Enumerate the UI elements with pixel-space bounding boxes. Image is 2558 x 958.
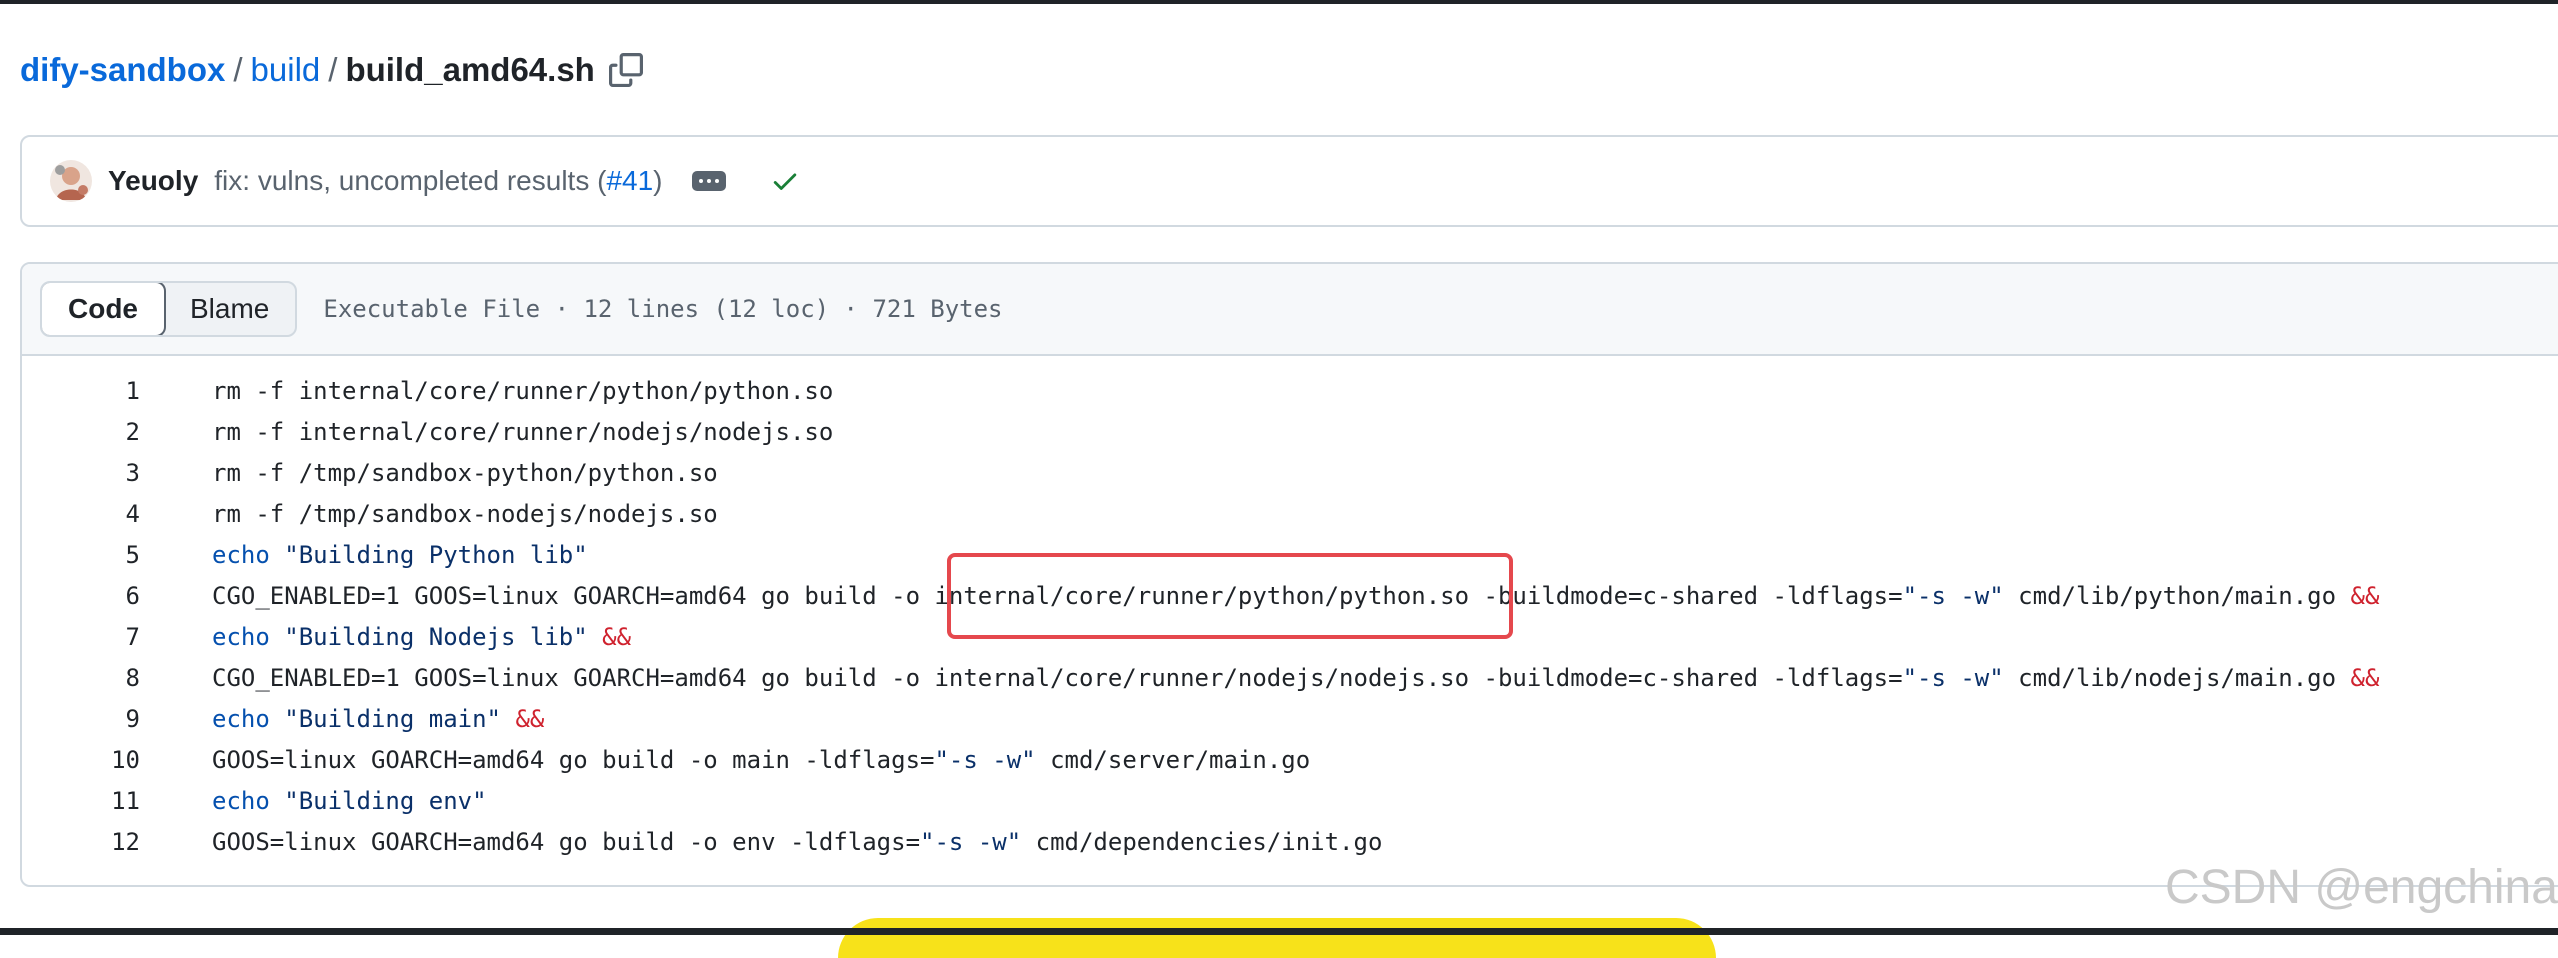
code-token: "-s -w" (920, 827, 1022, 856)
code-token: cmd/lib/python/main.go (2003, 581, 2351, 610)
code-token: "-s -w" (1902, 581, 2004, 610)
line-number[interactable]: 11 (22, 787, 140, 815)
code-token: && (602, 622, 632, 651)
code-token: echo (212, 704, 270, 733)
file-meta-info: Executable File · 12 lines (12 loc) · 72… (323, 295, 1003, 323)
code-token: && (2350, 663, 2380, 692)
code-token: cmd/dependencies/init.go (1021, 827, 1383, 856)
copy-path-icon[interactable] (608, 53, 643, 87)
code-token: rm -f /tmp/sandbox-nodejs/nodejs.so (212, 499, 718, 528)
code-text: echo "Building main" && (212, 705, 544, 733)
code-line: 12 GOOS=linux GOARCH=amd64 go build -o en… (22, 821, 2558, 862)
code-token: cmd/server/main.go (1035, 745, 1311, 774)
watermark: CSDN @engchina (2165, 861, 2558, 914)
line-number[interactable]: 6 (22, 582, 140, 610)
commit-message[interactable]: fix: vulns, uncompleted results (#41) (214, 165, 662, 197)
code-line: 8 CGO_ENABLED=1 GOOS=linux GOARCH=amd64 g… (22, 657, 2558, 698)
code-token: rm -f internal/core/runner/python/python… (212, 376, 834, 405)
code-text: rm -f /tmp/sandbox-nodejs/nodejs.so (212, 500, 718, 528)
commit-message-text: fix: vulns, uncompleted results ( (214, 165, 607, 196)
breadcrumb-separator: / (233, 51, 243, 88)
code-line: 11 echo "Building env" (22, 780, 2558, 821)
line-number[interactable]: 5 (22, 541, 140, 569)
line-number[interactable]: 2 (22, 418, 140, 446)
commit-message-end: ) (653, 165, 663, 196)
code-line: 3 rm -f /tmp/sandbox-python/python.so (22, 452, 2558, 493)
tab-code[interactable]: Code (42, 283, 166, 335)
highlight-annotation-box (947, 553, 1513, 639)
code-line: 9 echo "Building main" && (22, 698, 2558, 739)
line-number[interactable]: 7 (22, 623, 140, 651)
file-header: Code Blame Executable File · 12 lines (1… (22, 264, 2558, 356)
breadcrumb-file-name: build_amd64.sh (345, 51, 595, 88)
avatar[interactable] (50, 160, 92, 202)
code-text: rm -f internal/core/runner/python/python… (212, 377, 833, 405)
line-number[interactable]: 10 (22, 746, 140, 774)
code-token: "Building env" (284, 786, 487, 815)
code-token: rm -f internal/core/runner/nodejs/nodejs… (212, 417, 834, 446)
code-line: 4 rm -f /tmp/sandbox-nodejs/nodejs.so (22, 493, 2558, 534)
breadcrumb-folder-link[interactable]: build (251, 51, 321, 89)
code-text: echo "Building Python lib" (212, 541, 588, 569)
bottom-border (0, 928, 2558, 935)
code-text: echo "Building Nodejs lib" && (212, 623, 631, 651)
top-border (0, 0, 2558, 4)
code-token: echo (212, 540, 270, 569)
latest-commit-box: Yeuoly fix: vulns, uncompleted results (… (20, 135, 2558, 227)
tab-blame[interactable]: Blame (164, 283, 295, 335)
code-line: 2 rm -f internal/core/runner/nodejs/nodej… (22, 411, 2558, 452)
commit-pr-link[interactable]: #41 (606, 165, 653, 196)
breadcrumb-repo-link[interactable]: dify-sandbox (20, 51, 225, 89)
commit-details-button[interactable] (692, 171, 727, 191)
code-text: CGO_ENABLED=1 GOOS=linux GOARCH=amd64 go… (212, 664, 2379, 692)
code-text: GOOS=linux GOARCH=amd64 go build -o env … (212, 828, 1382, 856)
code-token: "Building main" (284, 704, 501, 733)
code-token: "-s -w" (934, 745, 1036, 774)
code-token: "Building Python lib" (284, 540, 588, 569)
code-token: echo (212, 786, 270, 815)
line-number[interactable]: 12 (22, 828, 140, 856)
breadcrumb: dify-sandbox / build / build_amd64.sh (20, 44, 643, 96)
code-token: GOOS=linux GOARCH=amd64 go build -o main… (212, 745, 935, 774)
code-token: GOOS=linux GOARCH=amd64 go build -o env … (212, 827, 921, 856)
breadcrumb-separator: / (328, 51, 338, 88)
code-token: && (2350, 581, 2380, 610)
line-number[interactable]: 9 (22, 705, 140, 733)
line-number[interactable]: 8 (22, 664, 140, 692)
line-number[interactable]: 4 (22, 500, 140, 528)
code-line: 1 rm -f internal/core/runner/python/pytho… (22, 370, 2558, 411)
line-number[interactable]: 1 (22, 377, 140, 405)
view-mode-toggle: Code Blame (40, 281, 298, 337)
code-text: echo "Building env" (212, 787, 487, 815)
code-token: "-s -w" (1902, 663, 2004, 692)
code-text: GOOS=linux GOARCH=amd64 go build -o main… (212, 746, 1310, 774)
code-token: "Building Nodejs lib" (284, 622, 588, 651)
line-number[interactable]: 3 (22, 459, 140, 487)
code-token: echo (212, 622, 270, 651)
code-line: 10 GOOS=linux GOARCH=amd64 go build -o ma… (22, 739, 2558, 780)
yellow-overlay-tab (838, 918, 1716, 958)
commit-author[interactable]: Yeuoly (108, 165, 198, 197)
code-token: cmd/lib/nodejs/main.go (2003, 663, 2351, 692)
code-text: rm -f internal/core/runner/nodejs/nodejs… (212, 418, 833, 446)
code-text: rm -f /tmp/sandbox-python/python.so (212, 459, 718, 487)
code-token: && (515, 704, 545, 733)
code-token: rm -f /tmp/sandbox-python/python.so (212, 458, 718, 487)
check-icon[interactable] (770, 166, 800, 196)
code-token: CGO_ENABLED=1 GOOS=linux GOARCH=amd64 go… (212, 663, 1903, 692)
